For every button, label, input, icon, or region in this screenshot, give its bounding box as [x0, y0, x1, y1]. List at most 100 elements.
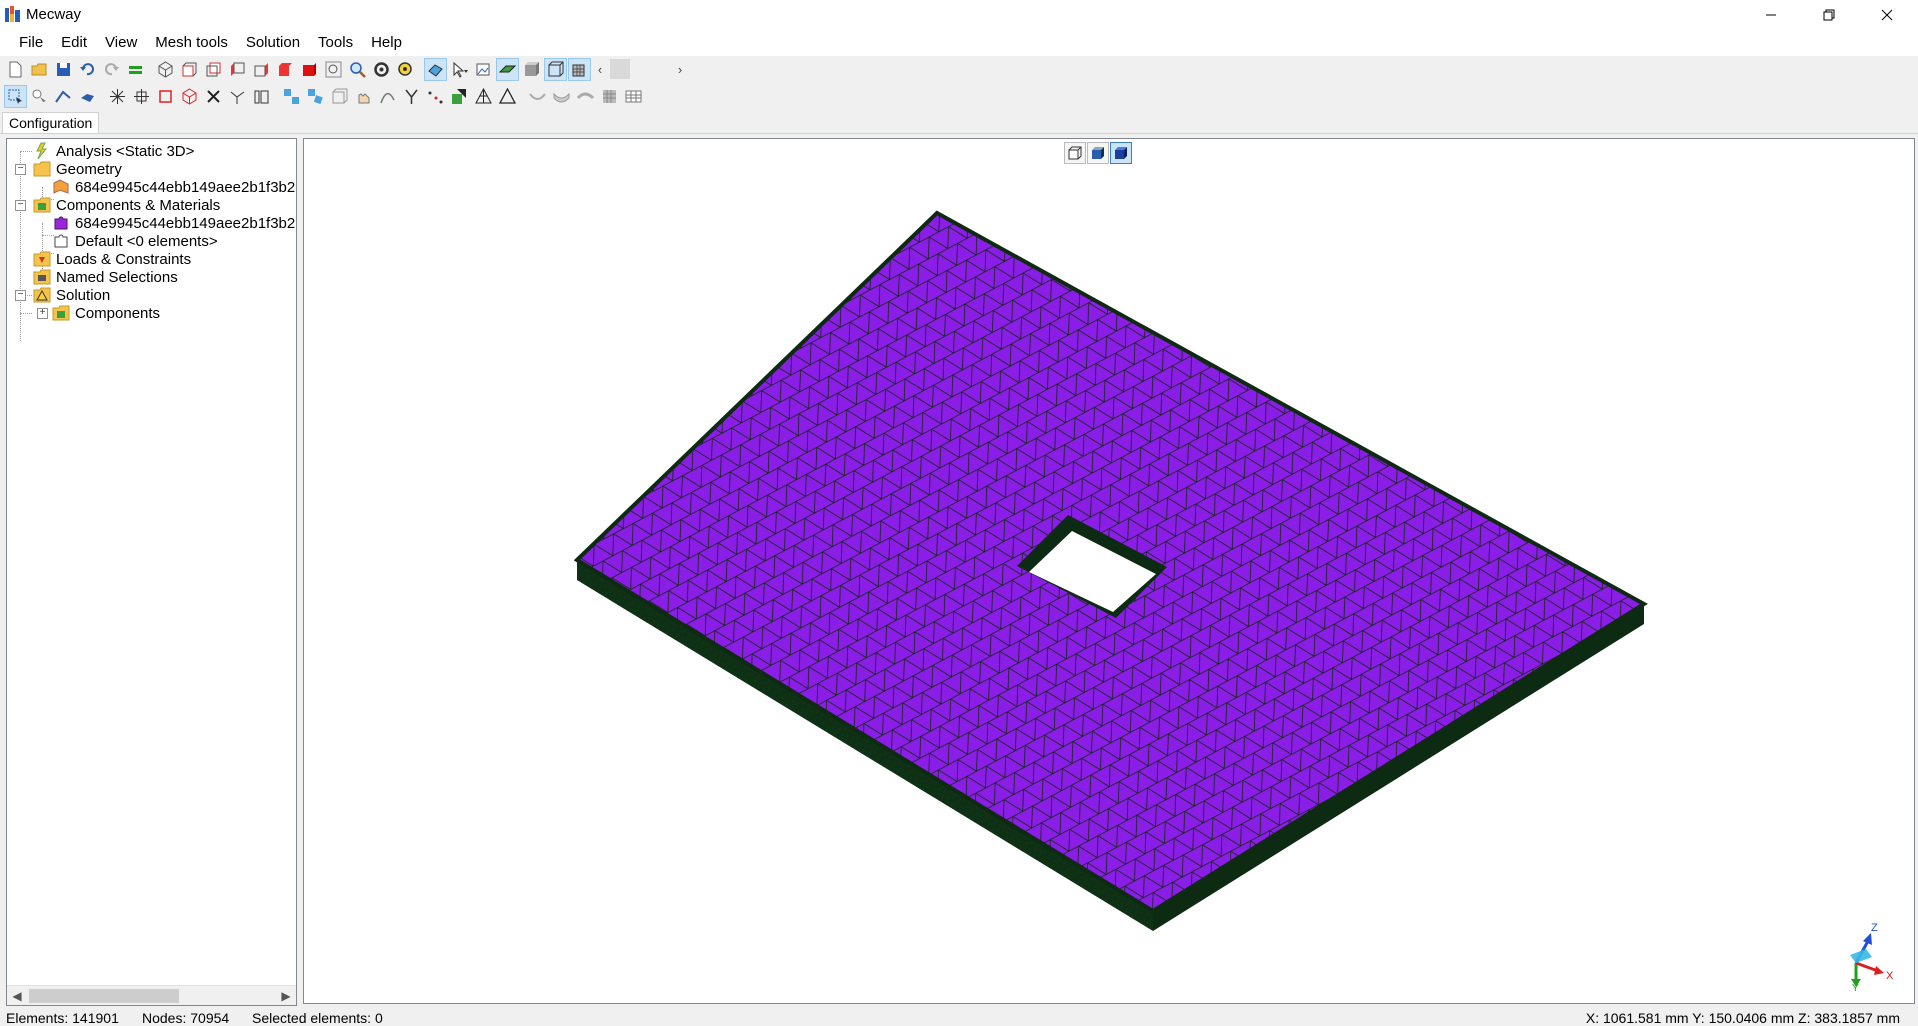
open-file-button[interactable] [28, 58, 51, 81]
status-elements: Elements: 141901 [6, 1010, 119, 1026]
view-back-button[interactable] [202, 58, 225, 81]
menu-edit[interactable]: Edit [52, 30, 96, 56]
minimize-icon [1766, 14, 1776, 16]
tree-label: Components [75, 304, 161, 322]
menu-view[interactable]: View [96, 30, 146, 56]
menu-file[interactable]: File [10, 30, 52, 56]
copy-rotate-button[interactable] [304, 85, 327, 108]
3d-viewport[interactable]: Z X Y [303, 138, 1915, 1004]
cube-red-icon [182, 87, 197, 105]
cube-left-icon [231, 62, 245, 76]
zoom-all-button[interactable] [394, 58, 417, 81]
extrude-button[interactable] [250, 85, 273, 108]
rotate-button[interactable] [370, 58, 393, 81]
minimize-button[interactable] [1742, 0, 1800, 30]
menu-mesh-tools[interactable]: Mesh tools [146, 30, 237, 56]
triangle-mesh-button[interactable] [472, 85, 495, 108]
square-outline-button[interactable] [154, 85, 177, 108]
delete-button[interactable] [202, 85, 225, 108]
zoom-all-icon [398, 61, 412, 76]
shell-thick-button[interactable] [550, 85, 573, 108]
scroll-right-arrow[interactable]: ▶ [276, 986, 296, 1006]
shaded-cube-button[interactable] [520, 58, 543, 81]
screenshot-button[interactable] [472, 58, 495, 81]
y-axis-label: Y [1852, 983, 1859, 991]
table-button[interactable] [622, 85, 645, 108]
undo-button[interactable] [76, 58, 99, 81]
branch-button[interactable] [400, 85, 423, 108]
mirror-button[interactable] [328, 85, 351, 108]
tree-item-solution-components[interactable]: Components [52, 302, 160, 324]
restore-button[interactable] [1800, 0, 1858, 30]
mesh-cube-icon [572, 64, 585, 76]
save-button[interactable] [52, 58, 75, 81]
solution-folder-icon [33, 287, 51, 303]
new-file-icon [9, 61, 22, 77]
select-mode-button[interactable] [424, 57, 447, 81]
hand-button[interactable] [352, 85, 375, 108]
split-button[interactable] [226, 85, 249, 108]
close-button[interactable] [1858, 0, 1916, 30]
menu-tools[interactable]: Tools [309, 30, 362, 56]
node-select-button[interactable] [28, 85, 51, 108]
cube-front-icon [182, 62, 197, 76]
view-front-button[interactable] [178, 58, 201, 81]
nodes-button[interactable] [424, 85, 447, 108]
tree-horizontal-scrollbar[interactable]: ◀ ▶ [7, 985, 296, 1005]
copy-translate-button[interactable] [280, 85, 303, 108]
shaded-view-button[interactable] [496, 57, 519, 81]
edge-select-icon [55, 90, 71, 103]
selection-toolbar [4, 83, 646, 109]
mesh-grid-gray-icon [603, 89, 616, 103]
view-left-button[interactable] [226, 58, 249, 81]
cursor-dropdown-button[interactable] [448, 58, 471, 81]
mesh-view-button[interactable] [568, 57, 591, 81]
collapse-components[interactable]: − [15, 200, 26, 211]
expand-solution-components[interactable]: + [37, 308, 48, 319]
triangle-button[interactable] [496, 85, 519, 108]
zoom-button[interactable] [346, 58, 369, 81]
restore-icon [1823, 9, 1835, 21]
redo-button[interactable] [100, 58, 123, 81]
menu-solution[interactable]: Solution [237, 30, 309, 56]
branch-icon [405, 89, 418, 104]
view-iso-button[interactable] [154, 58, 177, 81]
equal-button[interactable] [124, 58, 147, 81]
zoom-fit-button[interactable] [322, 58, 345, 81]
shell-button[interactable] [526, 85, 549, 108]
collapse-solution[interactable]: − [15, 290, 26, 301]
view-top-button[interactable] [274, 58, 297, 81]
split-icon [230, 91, 245, 104]
box-select-button[interactable] [4, 84, 27, 108]
tab-configuration[interactable]: Configuration [2, 112, 100, 134]
face-select-button[interactable] [76, 85, 99, 108]
dots-icon [428, 91, 443, 103]
cube-mesh-button[interactable] [178, 85, 201, 108]
menu-help[interactable]: Help [362, 30, 411, 56]
toolbar-scroll-right[interactable]: › [672, 58, 688, 81]
scroll-thumb[interactable] [29, 989, 179, 1003]
curve-button[interactable] [376, 85, 399, 108]
mesh-grid-button[interactable] [598, 85, 621, 108]
refine-button[interactable] [130, 85, 153, 108]
components-folder-icon [33, 197, 51, 213]
x-axis-line [1855, 961, 1879, 973]
fill-button[interactable] [448, 85, 471, 108]
shaded-surface-icon [499, 65, 516, 72]
explode-button[interactable] [106, 85, 129, 108]
sweep-button[interactable] [574, 85, 597, 108]
toolbar-scroll-left[interactable]: ‹ [592, 58, 608, 81]
view-right-button[interactable] [250, 58, 273, 81]
square-red-icon [159, 89, 172, 103]
wireframe-button[interactable] [544, 57, 567, 81]
scroll-left-arrow[interactable]: ◀ [7, 986, 27, 1006]
edge-select-button[interactable] [52, 85, 75, 108]
triangle-mesh-icon [475, 87, 492, 103]
view-bottom-button[interactable] [298, 58, 321, 81]
new-file-button[interactable] [4, 58, 27, 81]
face-select-icon [81, 93, 94, 102]
cursor-dropdown-icon [453, 61, 468, 78]
collapse-geometry[interactable]: − [15, 164, 26, 175]
cube-back-icon [206, 62, 221, 76]
status-selected: Selected elements: 0 [252, 1010, 383, 1026]
